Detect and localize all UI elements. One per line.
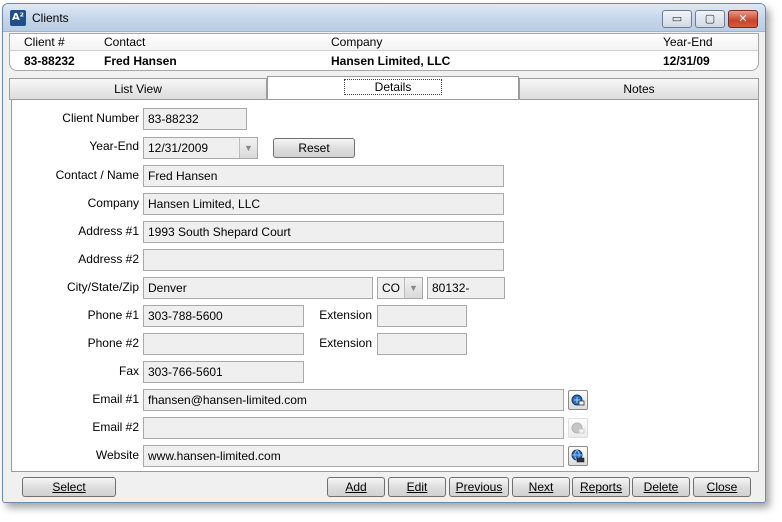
- phone2-extension-label: Extension: [319, 336, 372, 350]
- close-window-button[interactable]: ✕: [728, 10, 758, 28]
- website-label: Website: [95, 448, 139, 462]
- address2-field[interactable]: [143, 249, 504, 271]
- phone2-field[interactable]: [143, 333, 304, 355]
- send-email1-button[interactable]: [568, 390, 588, 410]
- edit-button[interactable]: Edit: [388, 477, 446, 497]
- phone1-label: Phone #1: [87, 308, 139, 322]
- close-button[interactable]: Close: [693, 477, 751, 497]
- address2-label: Address #2: [78, 252, 139, 266]
- year-end-select[interactable]: 12/31/2009 ▼: [143, 137, 258, 159]
- company-label: Company: [87, 196, 139, 210]
- phone1-extension-field[interactable]: [377, 305, 467, 327]
- address1-field[interactable]: 1993 South Shepard Court: [143, 221, 504, 243]
- header-client-number-value: 83-88232: [24, 54, 75, 68]
- city-field[interactable]: Denver: [143, 277, 373, 299]
- year-end-label: Year-End: [89, 139, 139, 153]
- send-email-icon: [571, 394, 585, 406]
- add-button[interactable]: Add: [327, 477, 385, 497]
- client-number-label: Client Number: [62, 111, 139, 125]
- header-company-value: Hansen Limited, LLC: [331, 54, 451, 68]
- phone1-field[interactable]: 303-788-5600: [143, 305, 304, 327]
- select-button[interactable]: Select: [22, 477, 116, 497]
- tab-details[interactable]: Details: [267, 76, 519, 100]
- fax-label: Fax: [118, 364, 139, 378]
- delete-button[interactable]: Delete: [632, 477, 690, 497]
- reports-button[interactable]: Reports: [572, 477, 630, 497]
- tab-list-view[interactable]: List View: [9, 78, 267, 100]
- send-email2-button[interactable]: [568, 418, 588, 438]
- state-select[interactable]: CO ▼: [377, 277, 423, 299]
- title-bar: A² Clients ▭ ▢ ✕: [3, 4, 765, 32]
- zip-field[interactable]: 80132-: [427, 277, 505, 299]
- client-number-field[interactable]: 83-88232: [143, 108, 247, 130]
- button-bar: Select Add Edit Previous Next Reports De…: [3, 474, 765, 502]
- header-contact-value: Fred Hansen: [104, 54, 177, 68]
- send-email-icon: [571, 422, 585, 434]
- city-state-zip-label: City/State/Zip: [66, 280, 139, 294]
- website-field[interactable]: www.hansen-limited.com: [143, 445, 564, 467]
- company-field[interactable]: Hansen Limited, LLC: [143, 193, 504, 215]
- tab-list-view-label: List View: [114, 82, 162, 96]
- header-year-end-label: Year-End: [663, 35, 713, 49]
- email2-field[interactable]: [143, 417, 564, 439]
- clients-window: A² Clients ▭ ▢ ✕ Client # Contact Compan…: [2, 3, 766, 503]
- window-title: Clients: [32, 11, 69, 25]
- fax-field[interactable]: 303-766-5601: [143, 361, 304, 383]
- header-year-end-value: 12/31/09: [663, 54, 710, 68]
- header-company-label: Company: [331, 35, 383, 49]
- header-client-number-label: Client #: [24, 35, 65, 49]
- next-button[interactable]: Next: [512, 477, 570, 497]
- email1-field[interactable]: fhansen@hansen-limited.com: [143, 389, 564, 411]
- address1-label: Address #1: [78, 224, 139, 238]
- open-website-icon: [571, 449, 585, 463]
- phone2-extension-field[interactable]: [377, 333, 467, 355]
- client-summary-header: Client # Contact Company Year-End 83-882…: [9, 33, 759, 71]
- contact-name-label: Contact / Name: [55, 168, 139, 182]
- tab-notes[interactable]: Notes: [519, 78, 759, 100]
- state-value: CO: [382, 281, 400, 295]
- tab-details-label: Details: [343, 79, 443, 95]
- contact-name-field[interactable]: Fred Hansen: [143, 165, 504, 187]
- app-logo-icon: A²: [10, 10, 26, 26]
- header-contact-label: Contact: [104, 35, 146, 49]
- phone2-label: Phone #2: [87, 336, 139, 350]
- chevron-down-icon[interactable]: ▼: [239, 138, 257, 158]
- chevron-down-icon[interactable]: ▼: [404, 278, 422, 298]
- reset-button[interactable]: Reset: [273, 138, 355, 158]
- email1-label: Email #1: [92, 392, 139, 406]
- maximize-button[interactable]: ▢: [695, 10, 725, 28]
- previous-button[interactable]: Previous: [449, 477, 509, 497]
- open-website-button[interactable]: [568, 446, 588, 466]
- email2-label: Email #2: [92, 420, 139, 434]
- details-panel: Client Number 83-88232 Year-End 12/31/20…: [11, 99, 759, 472]
- tab-bar: List View Details Notes: [9, 76, 759, 100]
- minimize-button[interactable]: ▭: [662, 10, 692, 28]
- year-end-value: 12/31/2009: [148, 141, 209, 155]
- phone1-extension-label: Extension: [319, 308, 372, 322]
- tab-notes-label: Notes: [623, 82, 655, 96]
